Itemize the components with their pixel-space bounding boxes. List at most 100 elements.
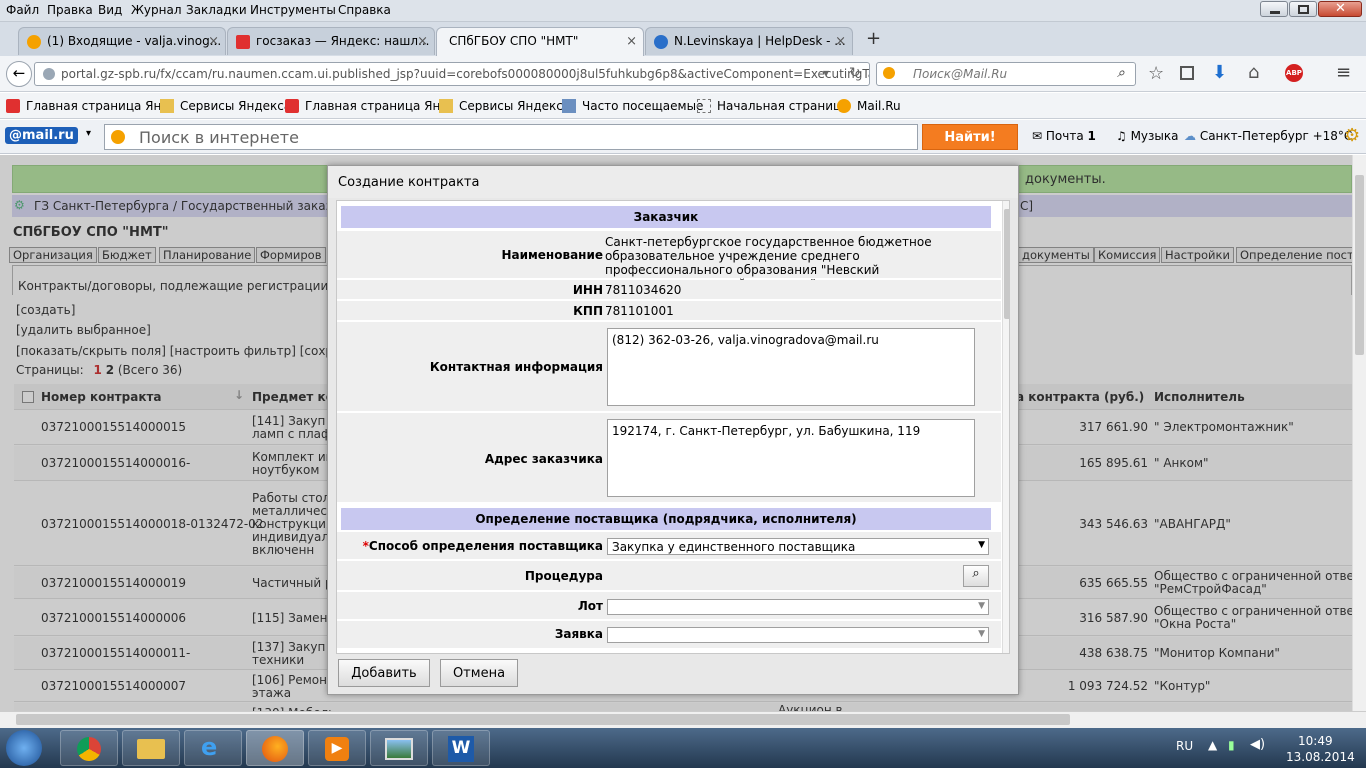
dialog-scrollbar[interactable] bbox=[1002, 201, 1009, 653]
bookmark-yandex-home-2[interactable]: Главная страница Ян... bbox=[285, 99, 452, 113]
method-label-wrap: *Способ определения поставщика bbox=[363, 539, 603, 553]
clock-date[interactable]: 13.08.2014 bbox=[1286, 750, 1355, 764]
ie-taskbar-button[interactable]: e bbox=[184, 730, 242, 766]
start-button[interactable] bbox=[6, 730, 42, 766]
menu-file[interactable]: Файл bbox=[6, 3, 39, 17]
bookmark-yandex-services-2[interactable]: Сервисы Яндекса bbox=[439, 99, 570, 113]
menu-hamburger-icon[interactable]: ≡ bbox=[1336, 62, 1351, 83]
picture-icon bbox=[385, 738, 413, 760]
envelope-icon: ✉ bbox=[1032, 129, 1046, 143]
word-taskbar-button[interactable]: W bbox=[432, 730, 490, 766]
mailru-logo[interactable]: @mail.ru bbox=[5, 127, 78, 144]
clock-time[interactable]: 10:49 bbox=[1298, 734, 1333, 748]
network-icon[interactable]: ▮ bbox=[1228, 738, 1235, 752]
bookmark-label: Сервисы Яндекса bbox=[459, 99, 571, 113]
address-label: Адрес заказчика bbox=[484, 452, 603, 466]
menu-bar: Файл Правка Вид Журнал Закладки Инструме… bbox=[0, 0, 1366, 22]
page-vertical-scrollbar[interactable] bbox=[1352, 155, 1366, 711]
yandex-icon bbox=[6, 99, 20, 113]
find-button[interactable]: Найти! bbox=[922, 124, 1018, 150]
web-search-input[interactable]: Поиск в интернете bbox=[104, 124, 918, 150]
tray-expand-icon[interactable]: ▲ bbox=[1208, 738, 1217, 752]
downloads-icon[interactable]: ⬇ bbox=[1212, 62, 1227, 83]
keyboard-language[interactable]: RU bbox=[1176, 739, 1193, 753]
url-bar[interactable]: portal.gz-spb.ru/fx/ccam/ru.naumen.ccam.… bbox=[34, 62, 870, 86]
yandex-icon bbox=[285, 99, 299, 113]
firefox-taskbar-button[interactable] bbox=[246, 730, 304, 766]
browser-search-input[interactable]: Поиск@Mail.Ru ⌕ bbox=[876, 62, 1136, 86]
menu-bookmarks[interactable]: Закладки bbox=[186, 3, 247, 17]
procedure-search-button[interactable]: ⌕ bbox=[963, 565, 989, 587]
menu-help[interactable]: Справка bbox=[338, 3, 391, 17]
bookmark-most-visited[interactable]: Часто посещаемые bbox=[562, 99, 703, 113]
mail-label: Почта bbox=[1045, 129, 1084, 143]
page-horizontal-scrollbar[interactable] bbox=[0, 711, 1366, 728]
menu-tools[interactable]: Инструменты bbox=[250, 3, 336, 17]
tab-close-icon[interactable]: × bbox=[208, 34, 219, 49]
minimize-button[interactable] bbox=[1260, 1, 1288, 17]
add-button[interactable]: Добавить bbox=[338, 659, 430, 687]
maximize-button[interactable] bbox=[1289, 1, 1317, 17]
tab-nmt-active[interactable]: СПбГБОУ СПО "НМТ" × bbox=[436, 27, 644, 56]
explorer-taskbar-button[interactable] bbox=[122, 730, 180, 766]
bookmark-start-page[interactable]: Начальная страница bbox=[697, 99, 849, 113]
method-select[interactable]: Закупка у единственного поставщика ▼ bbox=[607, 538, 989, 555]
volume-icon[interactable]: ◀) bbox=[1250, 737, 1265, 752]
field-lot-row: Лот ▼ bbox=[337, 592, 1001, 620]
method-value: Закупка у единственного поставщика bbox=[612, 540, 856, 554]
bookmark-yandex-home-1[interactable]: Главная страница Ян... bbox=[6, 99, 173, 113]
section-supplier: Определение поставщика (подрядчика, испо… bbox=[341, 508, 991, 530]
tab-mail-inbox[interactable]: (1) Входящие - valja.vinog... × bbox=[18, 27, 226, 55]
tab-label: СПбГБОУ СПО "НМТ" bbox=[449, 34, 579, 48]
firefox-icon bbox=[262, 736, 288, 762]
mail-link[interactable]: ✉ Почта 1 bbox=[1032, 129, 1096, 143]
weather-link[interactable]: ☁ Санкт-Петербург +18°C bbox=[1184, 129, 1352, 143]
lot-label: Лот bbox=[577, 599, 603, 613]
back-button[interactable]: ← bbox=[6, 61, 32, 87]
tab-bar: (1) Входящие - valja.vinog... × госзаказ… bbox=[0, 22, 1366, 56]
address-textarea[interactable]: 192174, г. Санкт-Петербург, ул. Бабушкин… bbox=[607, 419, 975, 497]
tab-yandex-search[interactable]: госзаказ — Яндекс: нашл... × bbox=[227, 27, 435, 55]
tab-close-icon[interactable]: × bbox=[417, 34, 428, 49]
magnifier-icon[interactable]: ⌕ bbox=[1117, 65, 1125, 81]
bid-select[interactable]: ▼ bbox=[607, 627, 989, 643]
cancel-button[interactable]: Отмена bbox=[440, 659, 518, 687]
close-window-button[interactable]: ✕ bbox=[1318, 1, 1362, 17]
chevron-down-icon[interactable]: ▾ bbox=[86, 128, 91, 139]
dropdown-arrow-icon[interactable]: ▾ bbox=[823, 66, 829, 80]
menu-view[interactable]: Вид bbox=[98, 3, 122, 17]
scroll-thumb[interactable] bbox=[1355, 175, 1364, 355]
bookmark-star-icon[interactable]: ☆ bbox=[1148, 63, 1164, 84]
field-bid-row: Заявка ▼ bbox=[337, 621, 1001, 649]
adblock-icon[interactable]: ABP bbox=[1285, 64, 1303, 82]
reload-icon[interactable]: ↻ bbox=[849, 65, 861, 81]
bookmark-yandex-services-1[interactable]: Сервисы Яндекса bbox=[160, 99, 291, 113]
bookmark-label: Главная страница Ян... bbox=[26, 99, 173, 113]
field-name-row: Наименование Санкт-петербургское государ… bbox=[337, 231, 1001, 291]
bookmarks-list-icon[interactable] bbox=[1180, 66, 1194, 80]
scroll-thumb[interactable] bbox=[1004, 209, 1009, 319]
tab-close-icon[interactable]: × bbox=[626, 34, 637, 49]
mailru-search-icon bbox=[883, 67, 895, 79]
back-arrow-icon: ← bbox=[12, 64, 26, 82]
settings-gear-icon[interactable]: ⚙ bbox=[1344, 125, 1360, 146]
lot-select[interactable]: ▼ bbox=[607, 599, 989, 615]
menu-history[interactable]: Журнал bbox=[131, 3, 182, 17]
photos-taskbar-button[interactable] bbox=[370, 730, 428, 766]
home-icon[interactable]: ⌂ bbox=[1248, 62, 1259, 83]
play-icon: ▶ bbox=[325, 737, 349, 761]
scroll-thumb[interactable] bbox=[16, 714, 1070, 725]
bookmark-label: Сервисы Яндекса bbox=[180, 99, 292, 113]
tab-helpdesk[interactable]: N.Levinskaya | HelpDesk - ... × bbox=[645, 27, 853, 55]
contact-textarea[interactable]: (812) 362-03-26, valja.vinogradova@mail.… bbox=[607, 328, 975, 406]
weather-label: Санкт-Петербург +18°C bbox=[1199, 129, 1353, 143]
menu-edit[interactable]: Правка bbox=[47, 3, 93, 17]
chrome-taskbar-button[interactable] bbox=[60, 730, 118, 766]
bookmark-mailru[interactable]: Mail.Ru bbox=[837, 99, 901, 113]
web-search-placeholder: Поиск в интернете bbox=[139, 128, 299, 147]
music-link[interactable]: ♫ Музыка bbox=[1116, 129, 1179, 143]
tab-close-icon[interactable]: × bbox=[835, 34, 846, 49]
name-label: Наименование bbox=[501, 248, 603, 262]
media-taskbar-button[interactable]: ▶ bbox=[308, 730, 366, 766]
new-tab-button[interactable]: + bbox=[866, 28, 881, 49]
